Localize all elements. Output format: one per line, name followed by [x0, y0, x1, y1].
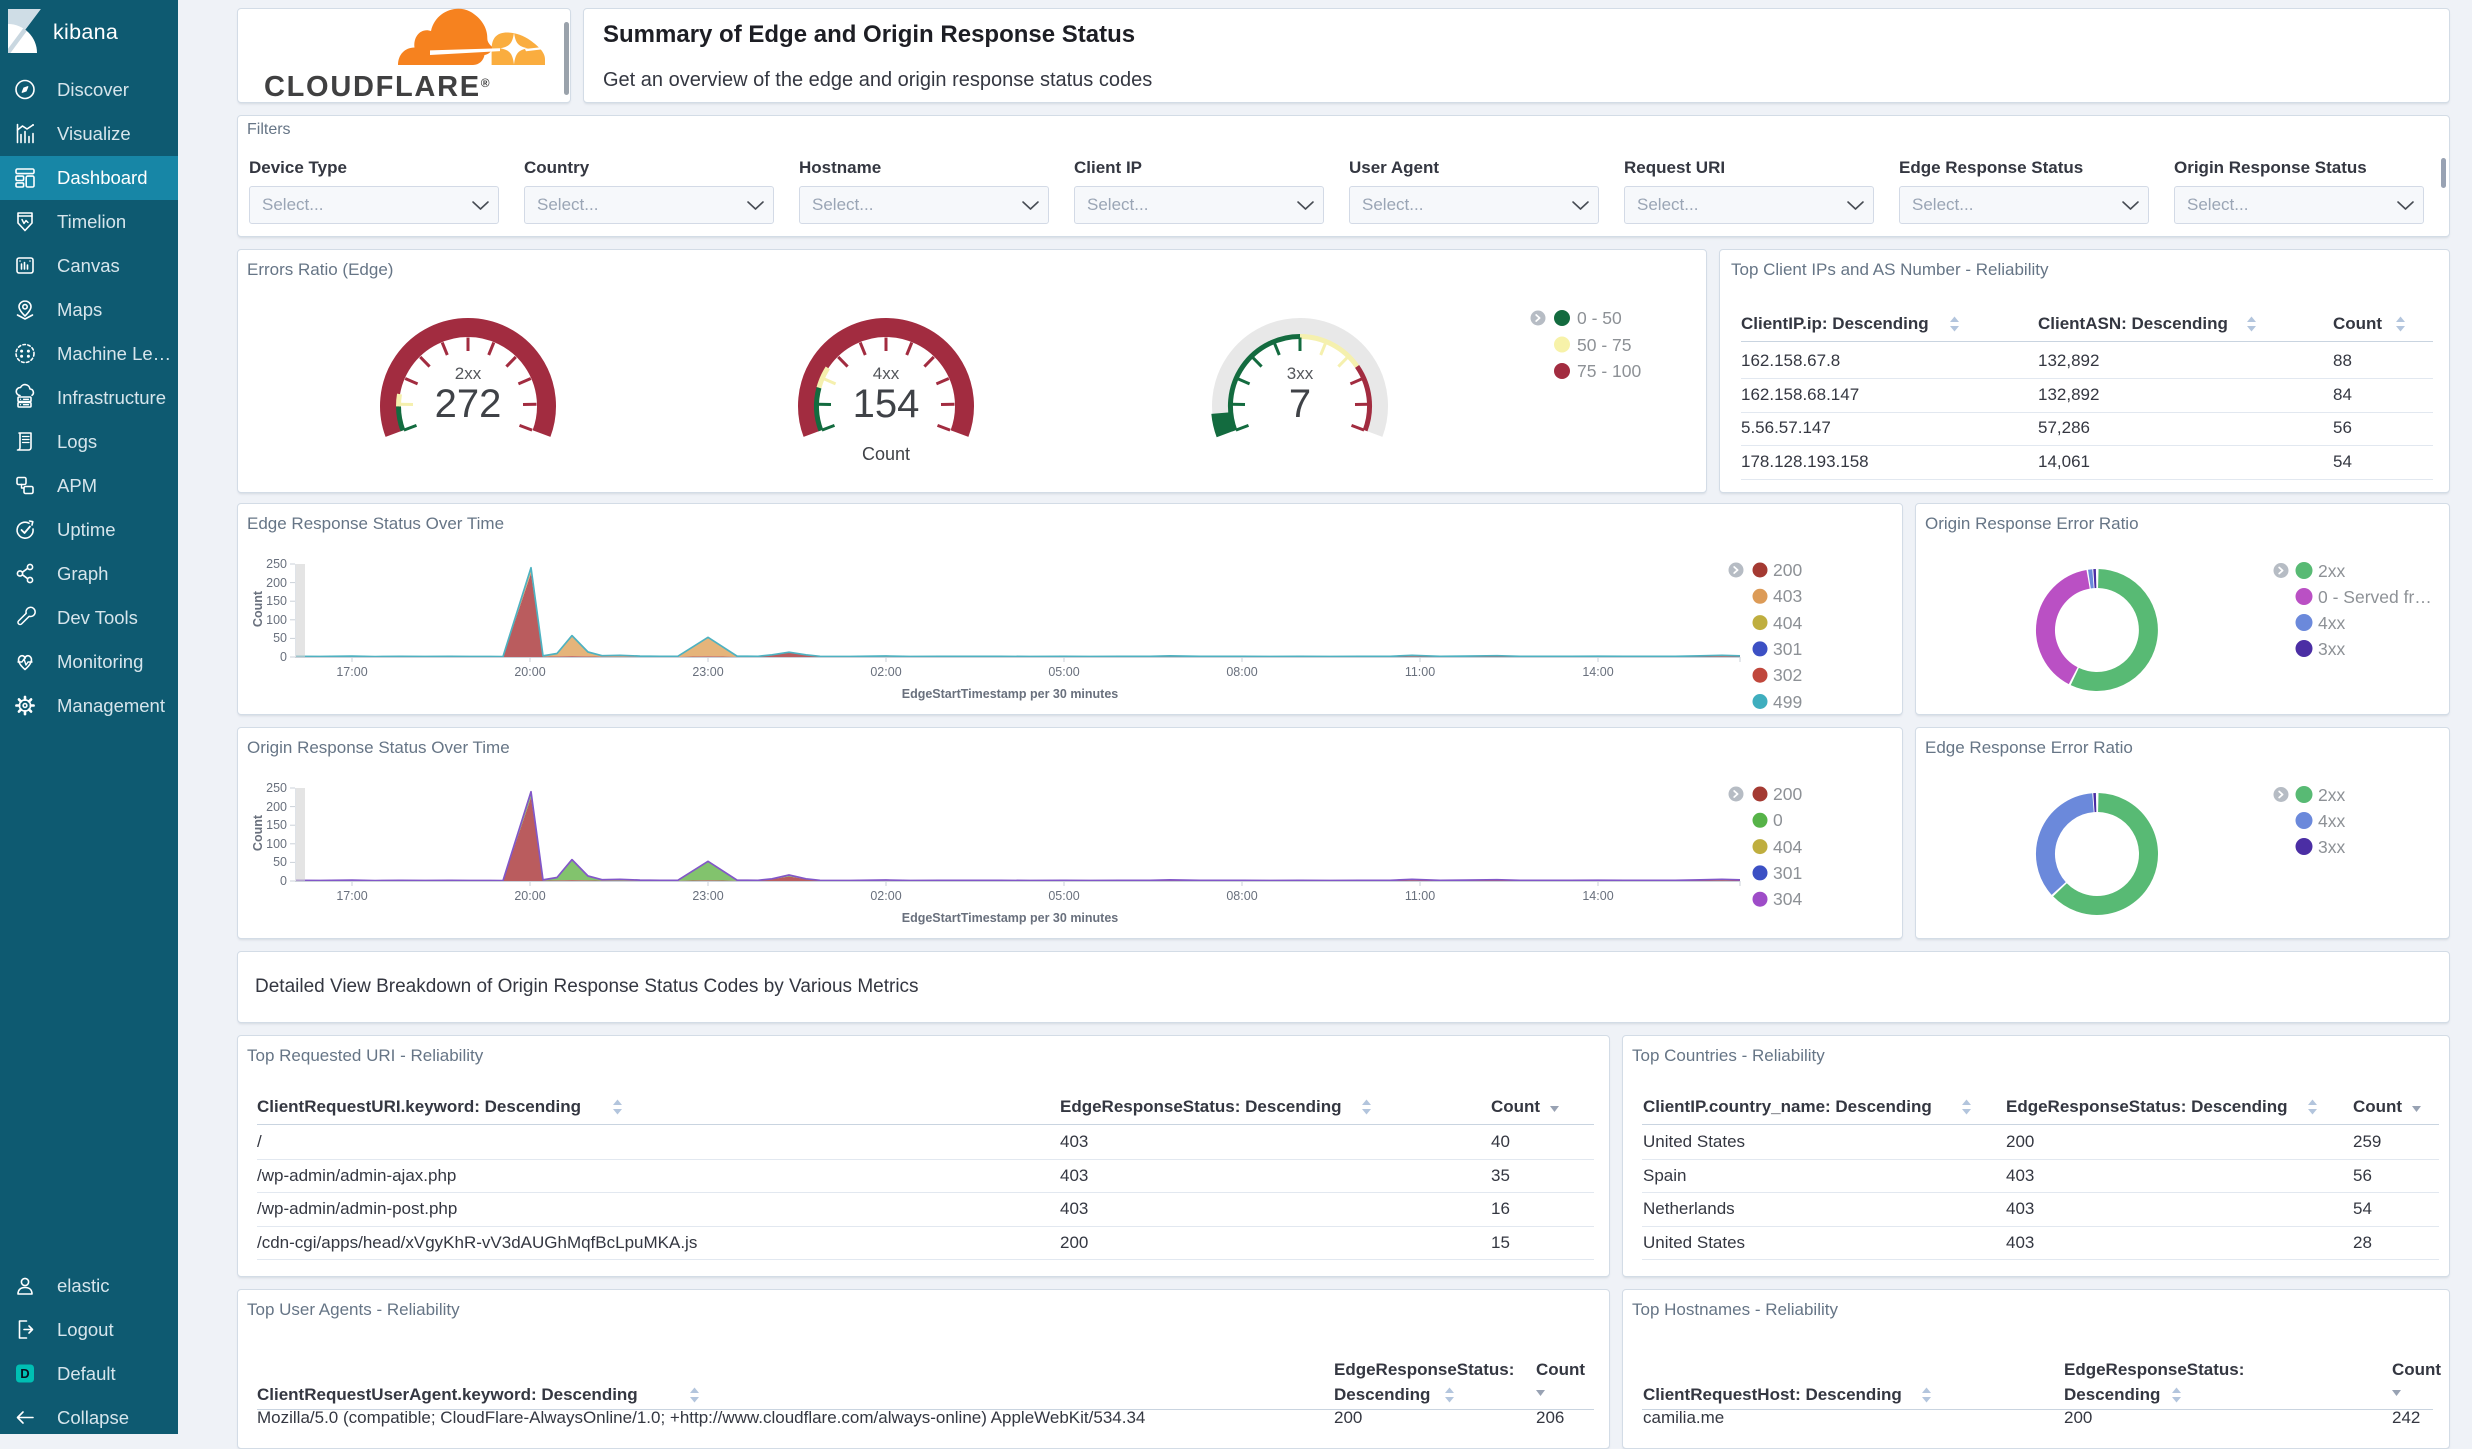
svg-text:D: D	[20, 1366, 29, 1381]
